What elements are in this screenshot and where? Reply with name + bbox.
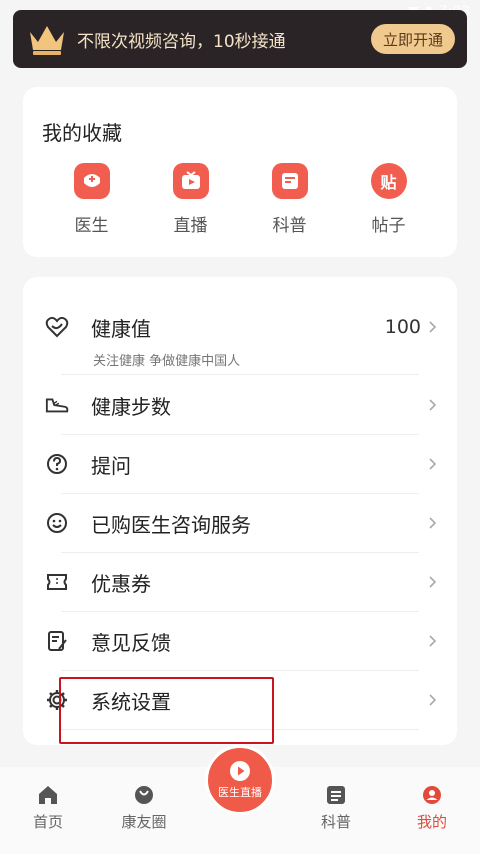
circle-icon — [135, 786, 153, 804]
nav-science[interactable]: 科普 — [288, 767, 384, 832]
nav-science-label: 科普 — [320, 813, 351, 831]
menu-label-health-steps: 健康步数 — [91, 394, 171, 419]
health-value: 100 — [384, 316, 421, 338]
divider — [61, 729, 419, 730]
chevron-right-icon — [429, 517, 437, 529]
nav-home[interactable]: 首页 — [0, 767, 96, 832]
menu-item-health-steps[interactable]: 健康步数 — [23, 376, 457, 434]
chevron-right-icon — [429, 458, 437, 470]
play-icon — [230, 761, 250, 781]
list-icon — [327, 786, 345, 804]
health-value-subtitle: 关注健康 争做健康中国人 — [93, 354, 241, 369]
favorites-title: 我的收藏 — [42, 121, 122, 145]
menu-label-settings: 系统设置 — [91, 689, 171, 714]
coupon-icon — [45, 570, 69, 594]
nav-circle-label: 康友圈 — [121, 813, 167, 831]
nav-mine-label: 我的 — [416, 813, 447, 831]
vip-text: 不限次视频咨询，10秒接通 — [77, 31, 286, 52]
favorites-card: 我的收藏 医生 直播 科普 贴 帖子 — [23, 87, 457, 257]
favorite-post-label: 帖子 — [371, 216, 406, 236]
shoe-icon — [45, 393, 69, 417]
favorite-live[interactable]: 直播 — [141, 163, 240, 236]
doctor-live-button[interactable]: 医生直播 — [205, 745, 275, 815]
divider — [61, 374, 419, 375]
favorite-science[interactable]: 科普 — [240, 163, 339, 236]
nav-mine[interactable]: 我的 — [384, 767, 480, 832]
menu-card: 健康值 100 关注健康 争做健康中国人 健康步数 提问 已购医生咨询服务 优惠… — [23, 277, 457, 745]
favorite-science-label: 科普 — [272, 216, 307, 236]
gear-icon — [45, 688, 69, 712]
doctor-live-label: 医生直播 — [218, 786, 262, 799]
chevron-right-icon — [429, 576, 437, 588]
menu-item-feedback[interactable]: 意见反馈 — [23, 612, 457, 670]
article-icon — [271, 163, 308, 199]
post-icon: 贴 — [370, 163, 407, 199]
doctor-icon — [73, 163, 110, 199]
menu-label-health-value: 健康值 — [91, 316, 151, 341]
question-icon — [45, 452, 69, 476]
chevron-right-icon — [429, 321, 437, 333]
menu-label-purchased-consult: 已购医生咨询服务 — [91, 512, 251, 537]
home-icon — [39, 786, 57, 804]
chevron-right-icon — [429, 399, 437, 411]
heart-icon — [45, 315, 69, 339]
menu-label-feedback: 意见反馈 — [91, 630, 171, 655]
menu-item-question[interactable]: 提问 — [23, 435, 457, 493]
feedback-icon — [45, 629, 69, 653]
menu-item-coupon[interactable]: 优惠券 — [23, 553, 457, 611]
live-tv-icon — [172, 163, 209, 199]
nav-circle[interactable]: 康友圈 — [96, 767, 192, 832]
menu-item-purchased-consult[interactable]: 已购医生咨询服务 — [23, 494, 457, 552]
menu-item-settings[interactable]: 系统设置 — [23, 671, 457, 729]
menu-label-question: 提问 — [91, 453, 131, 478]
vip-banner[interactable]: 不限次视频咨询，10秒接通 立即开通 — [13, 10, 467, 68]
activate-vip-button[interactable]: 立即开通 — [370, 24, 455, 54]
favorite-doctor[interactable]: 医生 — [42, 163, 141, 236]
favorites-row: 医生 直播 科普 贴 帖子 — [23, 163, 457, 236]
smiley-icon — [45, 511, 69, 535]
user-icon — [423, 786, 441, 804]
crown-icon — [30, 26, 64, 55]
favorite-doctor-label: 医生 — [74, 216, 109, 236]
chevron-right-icon — [429, 694, 437, 706]
menu-item-health-value[interactable]: 健康值 100 — [23, 298, 457, 356]
menu-label-coupon: 优惠券 — [91, 571, 151, 596]
nav-home-label: 首页 — [32, 813, 63, 831]
favorite-live-label: 直播 — [173, 216, 208, 236]
favorite-post[interactable]: 贴 帖子 — [339, 163, 438, 236]
chevron-right-icon — [429, 635, 437, 647]
